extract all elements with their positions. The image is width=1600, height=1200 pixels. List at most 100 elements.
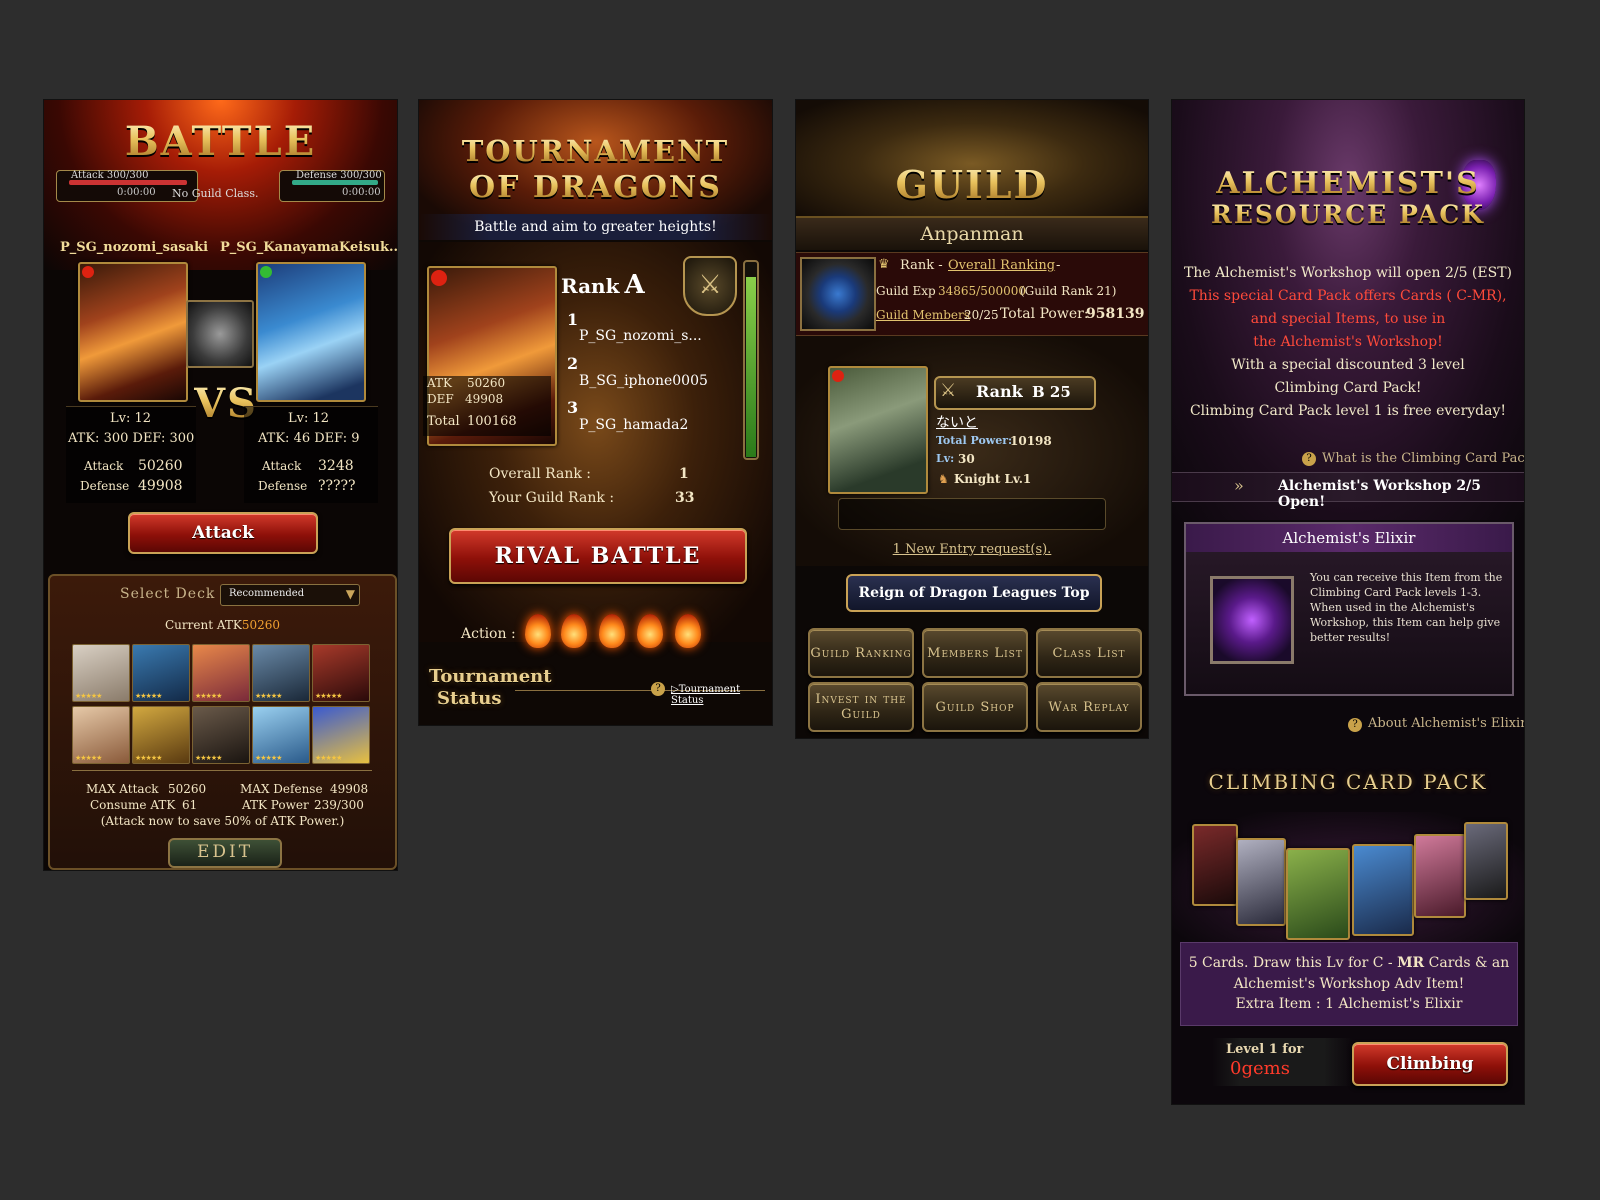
guild-name-bar: Anpanman: [796, 218, 1148, 250]
overall-rank-label: Overall Rank :: [489, 466, 591, 482]
star-rating: ★★★★★: [75, 692, 102, 700]
intro-line: the Alchemist's Workshop!: [1253, 334, 1443, 350]
fire-element-icon: [832, 370, 844, 382]
rank-dash: -: [1056, 258, 1061, 273]
elixir-desc: You can receive this Item from the Climb…: [1310, 571, 1503, 644]
action-flame-icon: [561, 614, 587, 648]
intro-line: and special Items, to use in: [1250, 311, 1446, 327]
current-atk-label: Current ATK: [164, 618, 242, 632]
attack-timer: 0:00:00: [117, 187, 156, 198]
guild-ranking-button[interactable]: Guild Ranking: [808, 628, 914, 678]
total-power-value: 958139: [1086, 306, 1145, 322]
invest-button[interactable]: Invest in the Guild: [808, 682, 914, 732]
chat-input[interactable]: [838, 498, 1106, 530]
pack-info-line3: Extra Item : 1 Alchemist's Elixir: [1235, 996, 1463, 1012]
deck-card[interactable]: ★★★★★: [252, 644, 310, 702]
attack-button[interactable]: Attack: [128, 512, 318, 554]
war-replay-button[interactable]: War Replay: [1036, 682, 1142, 732]
guild-exp-value: 34865/500000: [938, 284, 1027, 298]
class-list-button[interactable]: Class List: [1036, 628, 1142, 678]
player-attack-value: 50260: [138, 458, 183, 474]
guild-class-label: No Guild Class.: [172, 187, 259, 200]
elixir-title: Alchemist's Elixir: [1282, 529, 1416, 547]
opponent-name: P_SG_KanayamaKeisuk..: [220, 240, 397, 255]
defense-timer: 0:00:00: [342, 187, 381, 198]
deck-card[interactable]: ★★★★★: [312, 644, 370, 702]
status-title-2: Status: [437, 688, 502, 709]
members-list-button[interactable]: Members List: [922, 628, 1028, 678]
divider: [72, 770, 372, 771]
reign-button[interactable]: Reign of Dragon Leagues Top: [846, 574, 1102, 612]
star-rating: ★★★★★: [135, 754, 162, 762]
opponent-attack-label: Attack: [262, 459, 302, 473]
star-rating: ★★★★★: [315, 692, 342, 700]
guild-exp-label: Guild Exp: [876, 284, 936, 298]
elixir-icon: [1210, 576, 1294, 664]
guild-members-link[interactable]: Guild Members: [876, 308, 970, 322]
star-rating: ★★★★★: [195, 754, 222, 762]
level-label: Level 1 for: [1226, 1042, 1304, 1057]
deck-select[interactable]: Recommended ▼: [220, 584, 360, 606]
total-label: Total: [427, 414, 460, 429]
tournament-panel: TOURNAMENT OF DRAGONS Battle and aim to …: [419, 100, 772, 725]
help-icon: ?: [651, 682, 665, 696]
player-defense-label: Defense: [80, 479, 130, 493]
rival-battle-button[interactable]: RIVAL BATTLE: [449, 528, 747, 584]
deck-card[interactable]: ★★★★★: [132, 706, 190, 764]
deck-card[interactable]: ★★★★★: [72, 706, 130, 764]
atk-power-value: 239/300: [314, 798, 364, 812]
help-icon: ?: [1348, 718, 1362, 732]
pack-card: [1236, 838, 1286, 926]
weapon-icon: [186, 300, 254, 368]
crown-icon: ♛: [878, 257, 890, 272]
price-value: 0gems: [1230, 1058, 1290, 1079]
opponent-card[interactable]: [256, 262, 366, 402]
def-label: DEF: [427, 392, 454, 406]
player-name: P_SG_nozomi_sasaki: [60, 240, 209, 255]
workshop-banner[interactable]: » Alchemist's Workshop 2/5 Open!: [1172, 472, 1524, 510]
price-box: Level 1 for 0gems: [1212, 1038, 1352, 1086]
intro-line: With a special discounted 3 level: [1231, 357, 1465, 373]
leader-lv-value: 30: [958, 452, 975, 466]
guild-name: Anpanman: [920, 223, 1024, 245]
elixir-box: Alchemist's Elixir You can receive this …: [1184, 522, 1514, 696]
deck-card[interactable]: ★★★★★: [252, 706, 310, 764]
what-is-link[interactable]: What is the Climbing Card Pack: [1322, 451, 1524, 466]
guild-title: GUILD: [796, 162, 1148, 207]
leader-card[interactable]: [828, 366, 928, 494]
star-rating: ★★★★★: [255, 692, 282, 700]
ranking-name-3: P_SG_hamada2: [579, 417, 689, 433]
pack-card: [1286, 848, 1350, 940]
guild-shop-button[interactable]: Guild Shop: [922, 682, 1028, 732]
deck-card[interactable]: ★★★★★: [312, 706, 370, 764]
intro-line: This special Card Pack offers Cards ( C-…: [1189, 288, 1507, 304]
edit-button[interactable]: EDIT: [168, 838, 282, 868]
guild-panel: GUILD Anpanman ♛ Rank - Overall Ranking …: [796, 100, 1148, 738]
leader-name[interactable]: ないと: [936, 412, 978, 432]
pack-info-line2: Alchemist's Workshop Adv Item!: [1233, 976, 1465, 992]
consume-atk-value: 61: [182, 798, 198, 812]
climbing-button[interactable]: Climbing: [1352, 1042, 1508, 1086]
about-elixir-link[interactable]: About Alchemist's Elixir: [1368, 716, 1524, 731]
card-fan: [1172, 812, 1524, 942]
guild-emblem-icon: [800, 257, 876, 331]
total-power-label: Total Power:: [1000, 306, 1089, 322]
deck-card[interactable]: ★★★★★: [192, 644, 250, 702]
ranking-name-1: P_SG_nozomi_s...: [579, 328, 702, 344]
guild-rank-value: 33: [675, 490, 695, 506]
deck-card[interactable]: ★★★★★: [192, 706, 250, 764]
workshop-banner-label: Alchemist's Workshop 2/5 Open!: [1278, 478, 1481, 510]
entry-request-link[interactable]: 1 New Entry request(s).: [796, 542, 1148, 557]
star-rating: ★★★★★: [135, 692, 162, 700]
intro-line: The Alchemist's Workshop will open 2/5 (…: [1183, 265, 1512, 281]
overall-ranking-link[interactable]: Overall Ranking: [948, 258, 1055, 273]
deck-card[interactable]: ★★★★★: [72, 644, 130, 702]
def-value: 49908: [465, 392, 504, 406]
pack-card: [1464, 822, 1508, 900]
pack-info-box: 5 Cards. Draw this Lv for C - MR Cards &…: [1180, 942, 1518, 1026]
player-card[interactable]: [78, 262, 188, 402]
tournament-status-link[interactable]: ▷Tournament Status: [671, 684, 772, 706]
crossed-swords-icon: ⚔: [683, 256, 737, 316]
deck-card[interactable]: ★★★★★: [132, 644, 190, 702]
pack-info-rarity: MR: [1397, 955, 1425, 971]
